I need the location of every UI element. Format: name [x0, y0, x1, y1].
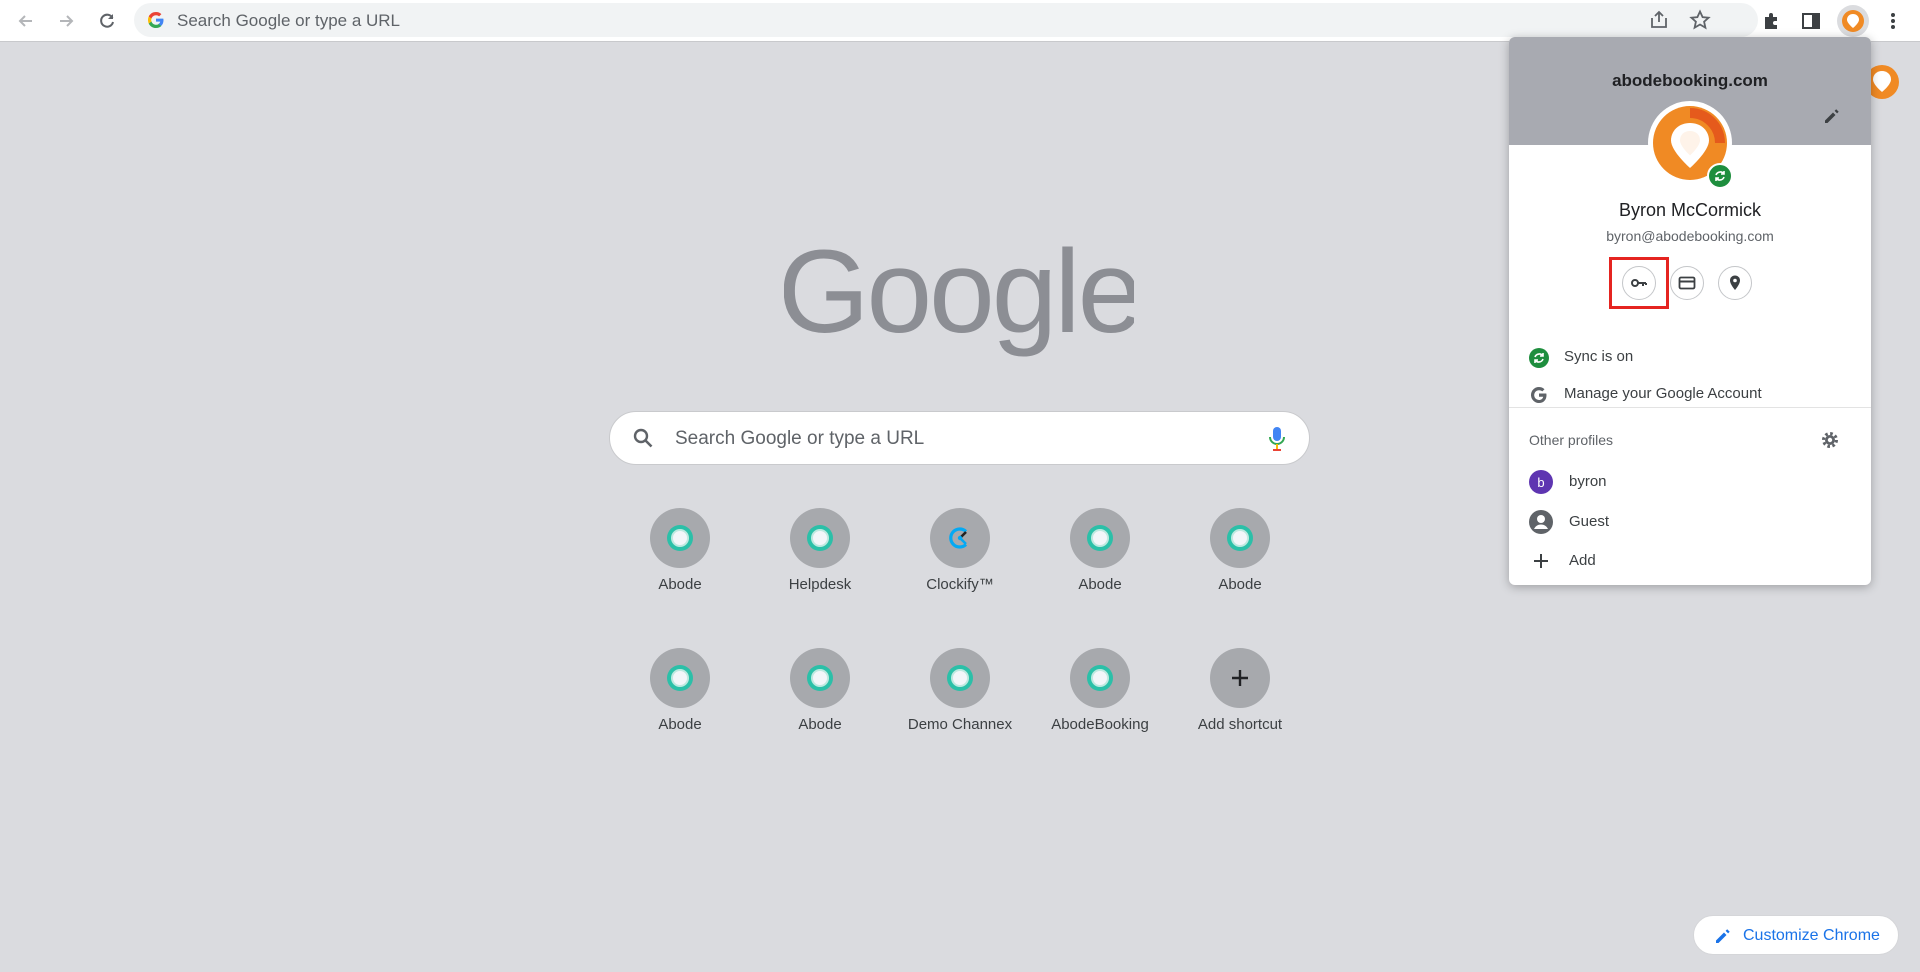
- microphone-icon[interactable]: [1267, 426, 1287, 452]
- profile-name: Byron McCormick: [1618, 200, 1761, 220]
- shortcut-icon-circle: [790, 508, 850, 568]
- shortcut-label: Abode: [658, 576, 702, 593]
- omnibox-placeholder: Search Google or type a URL: [177, 11, 401, 30]
- bookmark-star-icon[interactable]: [1689, 9, 1711, 31]
- shortcut-label: Demo Channex: [907, 716, 1013, 733]
- add-shortcut-tile[interactable]: Add shortcut: [1175, 638, 1305, 768]
- shortcut-tile[interactable]: Helpdesk: [755, 498, 885, 628]
- shortcut-label: Abode: [658, 716, 702, 733]
- profile-row-guest[interactable]: Guest: [1509, 504, 1871, 540]
- shortcut-tile[interactable]: AbodeBooking: [1035, 638, 1165, 768]
- profile-row-byron[interactable]: b byron: [1509, 464, 1871, 500]
- profile-name-label: byron: [1569, 473, 1607, 490]
- profile-name-label: Guest: [1569, 513, 1610, 530]
- abode-favicon-icon: [807, 525, 833, 551]
- reload-icon: [100, 13, 114, 28]
- shortcut-tile[interactable]: Abode: [755, 638, 885, 768]
- abode-favicon-icon: [947, 665, 973, 691]
- clockify-favicon-icon: [949, 527, 968, 549]
- shortcut-tile[interactable]: Clockify™: [895, 498, 1025, 628]
- back-button[interactable]: [10, 5, 42, 37]
- shortcut-label: Clockify™: [926, 576, 994, 593]
- shortcut-label: Abode: [1218, 576, 1262, 593]
- other-profiles-heading: Other profiles: [1529, 432, 1614, 448]
- ntp-search-box[interactable]: Search Google or type a URL: [609, 411, 1310, 465]
- omnibox[interactable]: Search Google or type a URL: [134, 3, 1758, 37]
- highlight-box: [1609, 257, 1669, 309]
- shortcut-label: Abode: [798, 716, 842, 733]
- payment-methods-button[interactable]: [1670, 266, 1704, 300]
- abode-favicon-icon: [1227, 525, 1253, 551]
- pencil-icon: [1716, 929, 1730, 943]
- manage-account-label: Manage your Google Account: [1564, 385, 1762, 402]
- profile-email: byron@abodebooking.com: [1606, 228, 1774, 244]
- puzzle-piece-icon: [1765, 13, 1777, 29]
- credit-card-icon: [1678, 276, 1696, 290]
- google-logo-text: Google: [784, 232, 1134, 358]
- shortcut-tile[interactable]: Abode: [1175, 498, 1305, 628]
- abode-logo-icon: [1842, 10, 1864, 32]
- google-g-icon: [1529, 385, 1549, 405]
- abode-favicon-icon: [1087, 525, 1113, 551]
- shortcut-tile[interactable]: Demo Channex: [895, 638, 1025, 768]
- location-pin-icon: [1730, 275, 1740, 290]
- reload-button[interactable]: [91, 5, 123, 37]
- abode-favicon-icon: [667, 665, 693, 691]
- sync-badge-icon: [1707, 163, 1733, 189]
- shortcut-icon-circle: [1210, 648, 1270, 708]
- shortcut-tile[interactable]: Abode: [1035, 498, 1165, 628]
- sync-row[interactable]: Sync is on: [1509, 339, 1871, 375]
- abode-favicon-icon: [1087, 665, 1113, 691]
- profile-initial: b: [1537, 474, 1545, 490]
- add-profile-label: Add: [1569, 552, 1596, 569]
- extensions-button[interactable]: [1756, 5, 1788, 37]
- side-panel-icon: [1802, 13, 1820, 29]
- guest-person-icon: [1529, 510, 1553, 534]
- forward-button[interactable]: [50, 5, 82, 37]
- google-g-icon: [148, 12, 164, 28]
- organization-name: abodebooking.com: [1612, 71, 1768, 90]
- plus-icon: [1529, 549, 1553, 573]
- three-dots-vertical-icon: [1891, 13, 1895, 29]
- browser-toolbar: Search Google or type a URL: [0, 0, 1920, 42]
- shortcut-icon-circle: [650, 508, 710, 568]
- shortcut-icon-circle: [930, 508, 990, 568]
- sync-label: Sync is on: [1564, 348, 1634, 365]
- shortcut-icon-circle: [1070, 648, 1130, 708]
- forward-arrow-icon: [60, 15, 74, 27]
- shortcut-icon-circle: [1070, 508, 1130, 568]
- profile-initial-avatar: b: [1529, 470, 1553, 494]
- shortcut-icon-circle: [650, 648, 710, 708]
- shortcut-tile[interactable]: Abode: [615, 498, 745, 628]
- google-logo: Google: [784, 232, 1134, 358]
- customize-chrome-button[interactable]: Customize Chrome: [1693, 915, 1899, 955]
- share-icon[interactable]: [1648, 9, 1670, 31]
- search-icon: [633, 428, 653, 448]
- addresses-button[interactable]: [1718, 266, 1752, 300]
- shortcut-label: Add shortcut: [1197, 716, 1283, 733]
- profile-menu: abodebooking.com Byron McCormick byron@a…: [1509, 37, 1871, 585]
- shortcut-icon-circle: [930, 648, 990, 708]
- back-arrow-icon: [18, 15, 32, 27]
- divider: [1509, 407, 1871, 408]
- plus-icon: [1232, 670, 1248, 686]
- ntp-search-placeholder: Search Google or type a URL: [675, 428, 925, 449]
- shortcut-label: Abode: [1078, 576, 1122, 593]
- shortcut-label: Helpdesk: [788, 576, 852, 593]
- shortcut-icon-circle: [1210, 508, 1270, 568]
- profile-avatar-button[interactable]: [1837, 5, 1869, 37]
- shortcut-icon-circle: [790, 648, 850, 708]
- edit-pencil-icon[interactable]: [1823, 107, 1841, 125]
- abode-favicon-icon: [667, 525, 693, 551]
- sync-icon: [1529, 348, 1549, 368]
- gear-icon[interactable]: [1820, 430, 1840, 450]
- side-panel-button[interactable]: [1795, 5, 1827, 37]
- shortcut-tile[interactable]: Abode: [615, 638, 745, 768]
- chrome-menu-button[interactable]: [1877, 5, 1909, 37]
- add-profile-row[interactable]: Add: [1509, 543, 1871, 579]
- shortcut-label: AbodeBooking: [1051, 716, 1149, 733]
- abode-favicon-icon: [807, 665, 833, 691]
- customize-chrome-label: Customize Chrome: [1743, 927, 1880, 944]
